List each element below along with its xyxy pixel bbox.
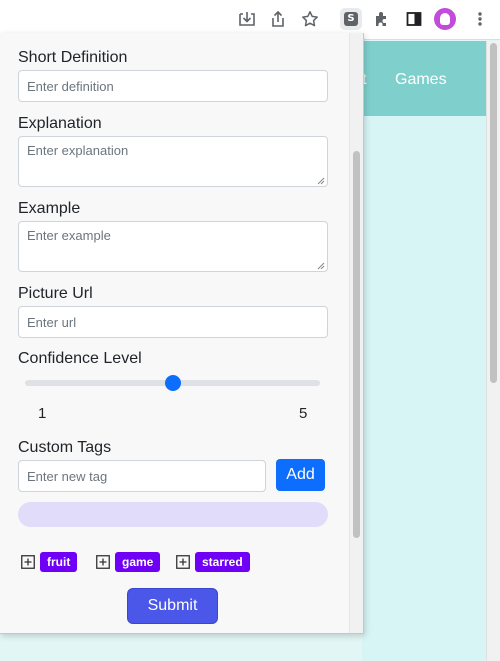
add-tag-button[interactable]: Add [276, 459, 325, 491]
explanation-label: Explanation [18, 115, 102, 132]
custom-tags-label: Custom Tags [18, 439, 112, 456]
site-content [362, 116, 486, 661]
confidence-level-label: Confidence Level [18, 350, 142, 367]
tag-item: starred [176, 551, 250, 573]
add-tag-icon[interactable] [176, 555, 190, 569]
popup-scrollbar-thumb[interactable] [353, 151, 360, 538]
confidence-min-label: 1 [38, 405, 47, 422]
star-icon[interactable] [299, 8, 321, 30]
kebab-menu-icon[interactable] [469, 8, 491, 30]
picture-url-input[interactable] [18, 306, 328, 338]
confidence-max-label: 5 [299, 405, 308, 422]
short-definition-label: Short Definition [18, 49, 128, 66]
example-label: Example [18, 200, 81, 217]
new-tag-input[interactable] [18, 460, 266, 492]
popup-scrollbar[interactable] [349, 33, 363, 633]
short-definition-input[interactable] [18, 70, 328, 102]
nav-link-games[interactable]: Games [395, 71, 447, 89]
tag-badge[interactable]: fruit [40, 552, 78, 572]
tag-list-bar [18, 502, 328, 527]
submit-button[interactable]: Submit [127, 588, 218, 624]
install-icon[interactable] [236, 8, 258, 30]
tag-badge[interactable]: game [115, 552, 161, 572]
explanation-textarea[interactable] [18, 136, 328, 187]
extension-s-icon[interactable]: S [340, 8, 362, 30]
tag-item: game [96, 551, 161, 573]
page-scrollbar[interactable] [486, 41, 500, 661]
add-tag-icon[interactable] [96, 555, 110, 569]
picture-url-label: Picture Url [18, 285, 93, 302]
site-navbar: t Games [362, 41, 486, 116]
share-icon[interactable] [267, 8, 289, 30]
extension-popup: Short Definition Explanation Example Pic… [0, 33, 364, 634]
page-scrollbar-thumb[interactable] [490, 43, 497, 383]
example-textarea[interactable] [18, 221, 328, 272]
confidence-slider-thumb[interactable] [164, 375, 181, 391]
avatar[interactable] [434, 8, 456, 30]
tag-item: fruit [21, 551, 78, 573]
tag-badge[interactable]: starred [195, 552, 250, 572]
side-panel-icon[interactable] [403, 8, 425, 30]
puzzle-icon[interactable] [371, 8, 393, 30]
add-tag-icon[interactable] [21, 555, 35, 569]
